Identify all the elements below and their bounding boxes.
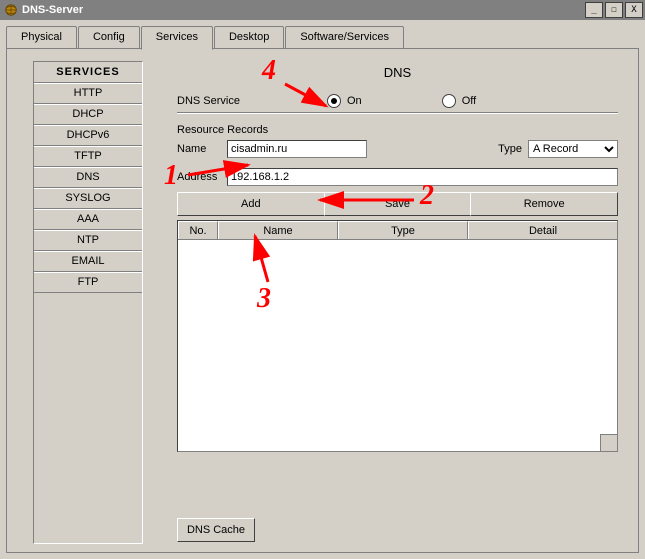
- save-button[interactable]: Save: [324, 192, 472, 216]
- remove-button[interactable]: Remove: [470, 192, 618, 216]
- app-icon: [4, 3, 18, 17]
- sidebar-item-http[interactable]: HTTP: [34, 83, 142, 104]
- records-section-title: Resource Records: [177, 124, 618, 136]
- title-bar: DNS-Server _ ☐ X: [0, 0, 645, 20]
- table-header: No. Name Type Detail: [178, 221, 617, 240]
- dns-on-radio[interactable]: [327, 94, 341, 108]
- maximize-button[interactable]: ☐: [605, 2, 623, 18]
- scroll-corner: [600, 434, 617, 451]
- tab-strip: Physical Config Services Desktop Softwar…: [6, 26, 639, 49]
- sidebar-item-ntp[interactable]: NTP: [34, 230, 142, 251]
- tab-config[interactable]: Config: [78, 26, 140, 48]
- records-table[interactable]: No. Name Type Detail: [177, 220, 618, 452]
- sidebar-item-email[interactable]: EMAIL: [34, 251, 142, 272]
- tab-desktop[interactable]: Desktop: [214, 26, 284, 48]
- sidebar-item-syslog[interactable]: SYSLOG: [34, 188, 142, 209]
- services-sidebar: SERVICES HTTP DHCP DHCPv6 TFTP DNS SYSLO…: [33, 61, 143, 544]
- type-label: Type: [498, 143, 522, 155]
- col-detail[interactable]: Detail: [468, 221, 617, 239]
- dns-cache-button[interactable]: DNS Cache: [177, 518, 255, 542]
- sidebar-item-aaa[interactable]: AAA: [34, 209, 142, 230]
- col-name[interactable]: Name: [218, 221, 338, 239]
- col-type[interactable]: Type: [338, 221, 468, 239]
- sidebar-item-dhcpv6[interactable]: DHCPv6: [34, 125, 142, 146]
- type-select[interactable]: A Record: [528, 140, 618, 158]
- dns-off-label: Off: [462, 95, 476, 107]
- col-no[interactable]: No.: [178, 221, 218, 239]
- sidebar-item-tftp[interactable]: TFTP: [34, 146, 142, 167]
- window-title: DNS-Server: [22, 4, 583, 16]
- separator: [177, 112, 618, 114]
- tab-services[interactable]: Services: [141, 26, 213, 50]
- sidebar-header: SERVICES: [34, 62, 142, 83]
- name-input[interactable]: [227, 140, 367, 158]
- dns-on-label: On: [347, 95, 362, 107]
- sidebar-item-ftp[interactable]: FTP: [34, 272, 142, 293]
- sidebar-item-dns[interactable]: DNS: [34, 167, 142, 188]
- page-title: DNS: [177, 65, 618, 80]
- tab-physical[interactable]: Physical: [6, 26, 77, 48]
- address-input[interactable]: [227, 168, 618, 186]
- dns-service-label: DNS Service: [177, 95, 327, 107]
- close-button[interactable]: X: [625, 2, 643, 18]
- minimize-button[interactable]: _: [585, 2, 603, 18]
- dns-off-radio[interactable]: [442, 94, 456, 108]
- add-button[interactable]: Add: [177, 192, 325, 216]
- address-label: Address: [177, 171, 227, 183]
- name-label: Name: [177, 143, 227, 155]
- sidebar-item-dhcp[interactable]: DHCP: [34, 104, 142, 125]
- tab-software-services[interactable]: Software/Services: [285, 26, 404, 48]
